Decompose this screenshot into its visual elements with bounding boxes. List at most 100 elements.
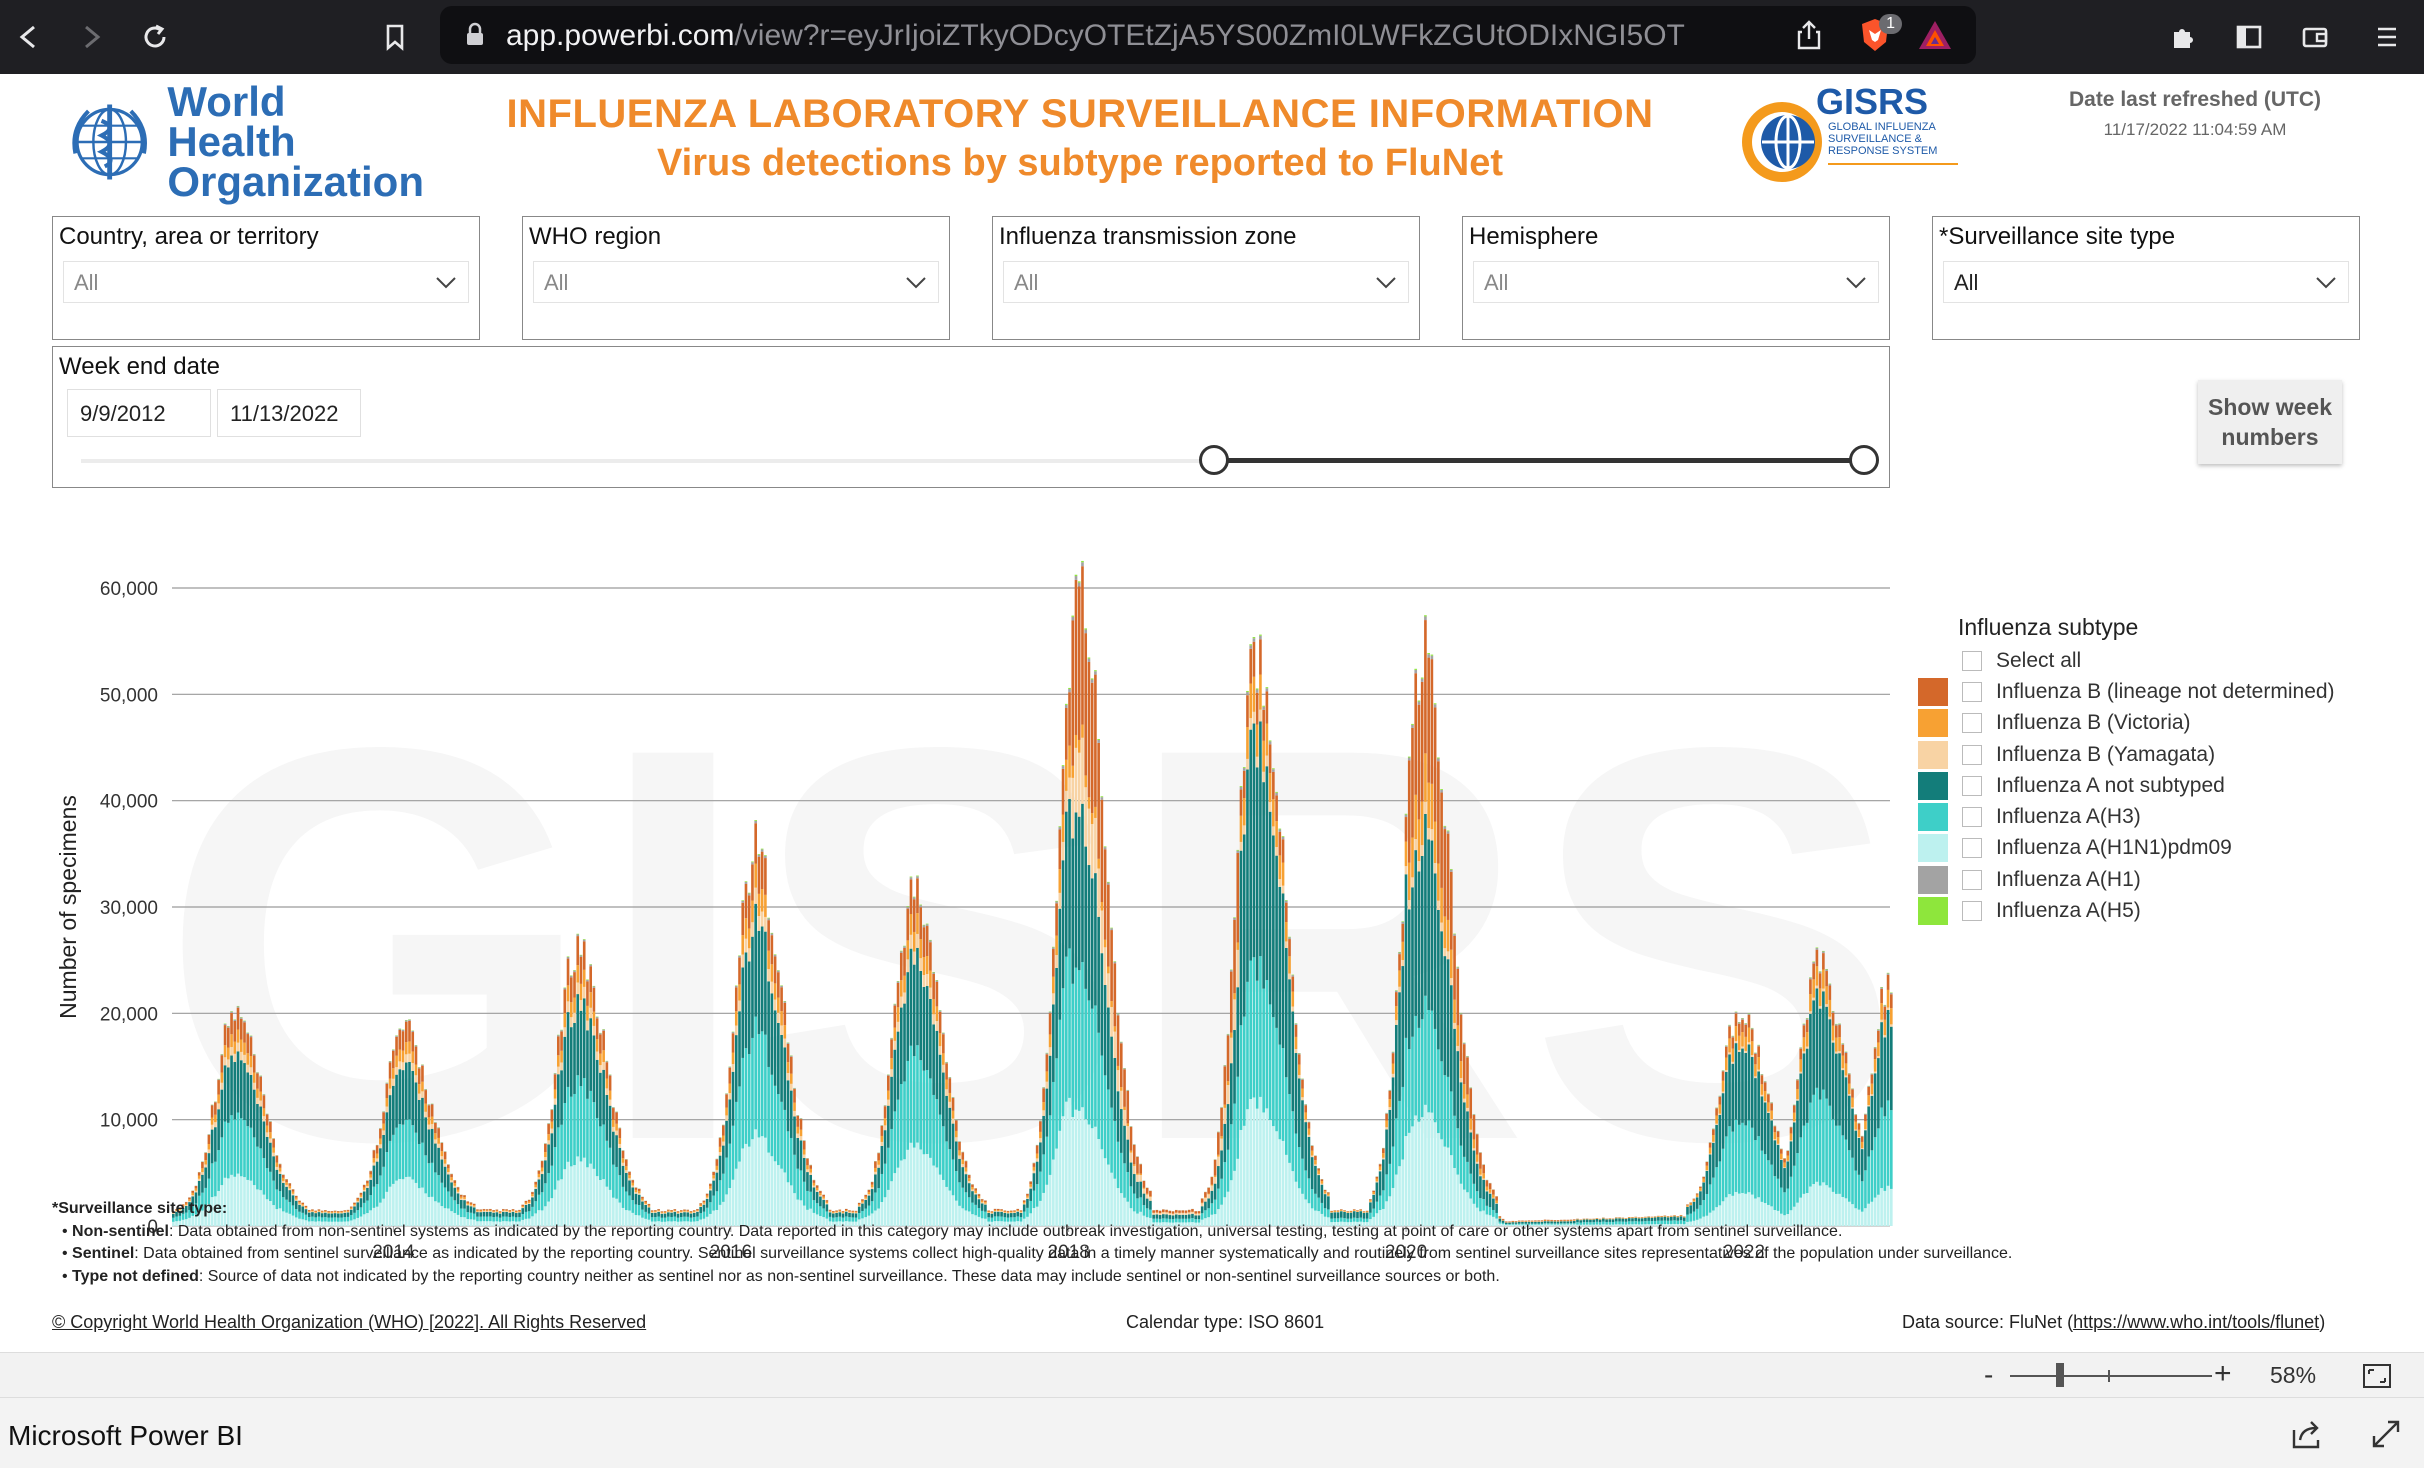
checkbox[interactable] [1962, 744, 1982, 765]
bar-segment [1430, 659, 1434, 784]
date-slider-start-handle[interactable] [1199, 445, 1229, 475]
menu-icon[interactable] [2364, 14, 2410, 60]
checkbox[interactable] [1962, 775, 1982, 796]
fit-to-page-icon[interactable] [2362, 1363, 2392, 1389]
show-week-numbers-button[interactable]: Show week numbers [2198, 380, 2342, 464]
checkbox[interactable] [1962, 713, 1982, 734]
bar-segment [893, 1040, 897, 1050]
bar-segment [903, 946, 906, 948]
bat-rewards-icon[interactable] [1916, 18, 1954, 52]
surveillance-site-dropdown[interactable]: All [1943, 261, 2349, 303]
bar-segment [796, 1168, 800, 1200]
bar-segment [799, 1119, 803, 1130]
bar-segment [582, 986, 586, 999]
wallet-icon[interactable] [2292, 14, 2338, 60]
bar-segment [1103, 1075, 1107, 1159]
checkbox[interactable] [1962, 838, 1982, 859]
bar-segment [262, 1094, 266, 1096]
bar-segment [1472, 1150, 1476, 1184]
bar-segment [1149, 1190, 1152, 1197]
bar-segment [1443, 825, 1447, 827]
legend-select-all[interactable]: Select all [1918, 645, 2388, 676]
legend-item[interactable]: Influenza A(H3) [1918, 801, 2388, 832]
bar-segment [1812, 1094, 1815, 1185]
extensions-icon[interactable] [2160, 14, 2206, 60]
bar-segment [547, 1123, 550, 1125]
checkbox[interactable] [1962, 681, 1982, 702]
bar-segment [1323, 1193, 1327, 1195]
end-date-input[interactable]: 11/13/2022 [217, 389, 361, 437]
hemisphere-dropdown[interactable]: All [1473, 261, 1879, 303]
bar-segment [874, 1171, 877, 1175]
bar-segment [275, 1162, 279, 1167]
bar-segment [560, 1124, 563, 1180]
address-bar[interactable]: app.powerbi.com/view?r=eyJrIjoiZTkyODcyO… [440, 6, 1976, 64]
bar-segment [1453, 935, 1456, 1000]
legend-item[interactable]: Influenza B (Yamagata) [1918, 739, 2388, 770]
start-date-input[interactable]: 9/9/2012 [67, 389, 211, 437]
reload-icon[interactable] [132, 14, 178, 60]
zoom-in-button[interactable]: + [2214, 1357, 2232, 1391]
checkbox[interactable] [1962, 869, 1982, 890]
bar-segment [1071, 777, 1075, 839]
bar-segment [1857, 1137, 1861, 1175]
legend-item[interactable]: Influenza B (lineage not determined) [1918, 676, 2388, 707]
flunet-link[interactable]: https://www.who.int/tools/flunet [2073, 1312, 2319, 1332]
bar-segment [870, 1187, 874, 1190]
zoom-slider[interactable] [2010, 1375, 2212, 1377]
bar-segment [1074, 576, 1078, 580]
legend-item[interactable]: Influenza A(H1) [1918, 864, 2388, 895]
legend-swatch [1918, 865, 1948, 894]
share-icon[interactable] [1792, 18, 1826, 52]
bar-segment [1754, 1076, 1757, 1079]
bar-segment [725, 1094, 728, 1108]
who-region-dropdown[interactable]: All [533, 261, 939, 303]
bookmark-icon[interactable] [372, 14, 418, 60]
bar-segment [1844, 1077, 1848, 1140]
legend-item[interactable]: Influenza B (Victoria) [1918, 708, 2388, 739]
checkbox[interactable] [1962, 901, 1982, 922]
bar-segment [1466, 1107, 1469, 1112]
sidebar-icon[interactable] [2226, 14, 2272, 60]
checkbox[interactable] [1962, 807, 1982, 828]
bar-segment [1488, 1183, 1492, 1190]
bar-segment [269, 1171, 272, 1201]
bar-segment [728, 1083, 732, 1094]
bar-segment [812, 1185, 816, 1188]
legend-item[interactable]: Influenza A not subtyped [1918, 770, 2388, 801]
bar-segment [1249, 645, 1253, 649]
expand-icon[interactable] [2370, 1418, 2402, 1450]
bar-segment [573, 1022, 576, 1094]
bar-segment [589, 1018, 592, 1091]
bar-segment [896, 983, 900, 1008]
share-icon[interactable] [2290, 1418, 2326, 1450]
bar-segment [637, 1188, 641, 1192]
bar-segment [1394, 1006, 1398, 1021]
legend-item[interactable]: Influenza A(H1N1)pdm09 [1918, 833, 2388, 864]
forward-icon[interactable] [68, 14, 114, 60]
bar-segment [757, 854, 761, 855]
checkbox[interactable] [1962, 650, 1982, 671]
country-dropdown[interactable]: All [63, 261, 469, 303]
transmission-zone-dropdown[interactable]: All [1003, 261, 1409, 303]
bar-segment [560, 1031, 563, 1051]
bar-segment [269, 1121, 272, 1122]
bar-segment [1242, 798, 1246, 826]
date-slider-end-handle[interactable] [1849, 445, 1879, 475]
bar-segment [1805, 1019, 1809, 1033]
bar-segment [1796, 1080, 1799, 1089]
back-icon[interactable] [6, 14, 52, 60]
bar-segment [1883, 1005, 1887, 1007]
zoom-out-button[interactable]: - [1984, 1359, 1993, 1391]
bar-segment [1394, 1020, 1398, 1025]
bar-segment [961, 1167, 965, 1188]
bar-segment [278, 1167, 282, 1172]
legend-item[interactable]: Influenza A(H5) [1918, 895, 2388, 926]
bar-segment [1731, 1036, 1735, 1038]
bar-segment [1482, 1179, 1485, 1200]
bar-segment [1812, 997, 1815, 1001]
copyright-link[interactable]: © Copyright World Health Organization (W… [52, 1312, 646, 1333]
bar-segment [579, 954, 583, 956]
zoom-slider-handle[interactable] [2056, 1363, 2064, 1387]
bar-segment [204, 1152, 207, 1161]
